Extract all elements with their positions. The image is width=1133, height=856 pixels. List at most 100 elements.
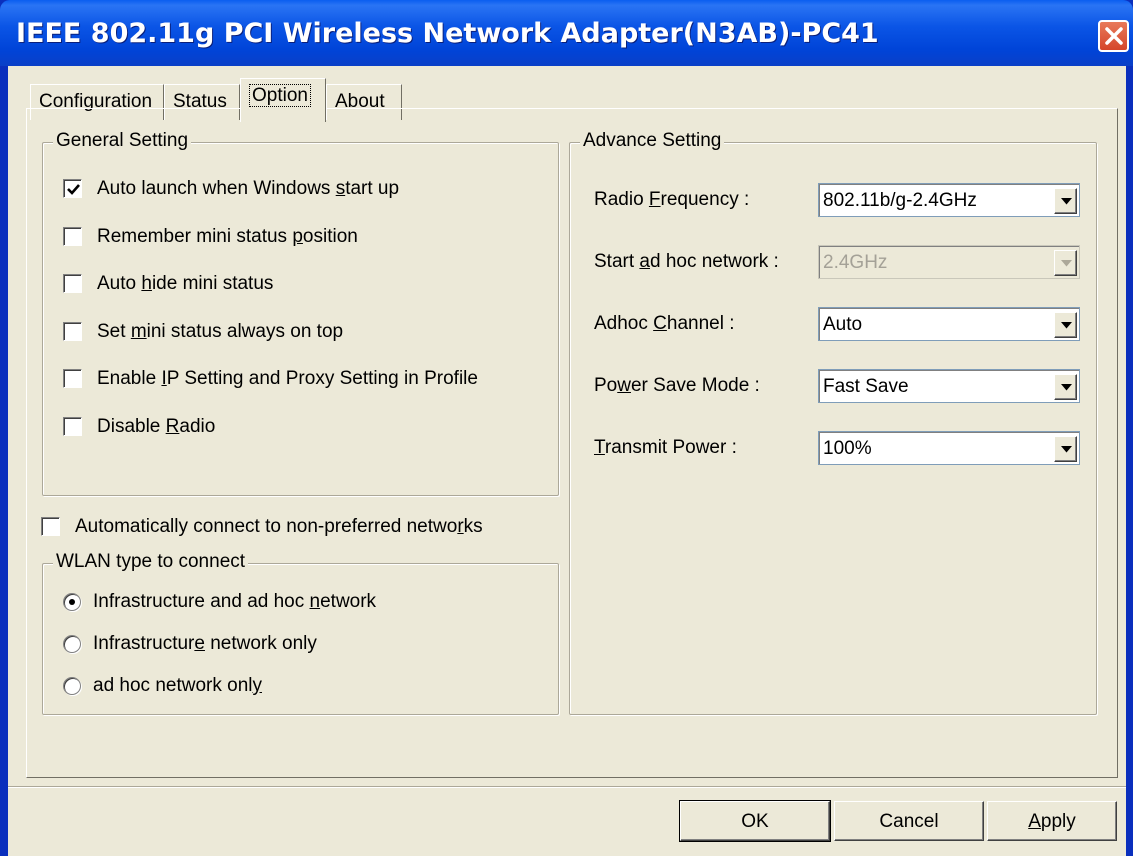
label-text: ad hoc network onl — [93, 675, 253, 696]
auto-connect-checkbox[interactable]: Automatically connect to non-preferred n… — [41, 516, 521, 540]
label-text: osition — [302, 225, 358, 247]
advance-setting-label: Power Save Mode : — [594, 375, 760, 397]
general-setting-checkbox[interactable]: Set mini status always on top — [63, 321, 533, 345]
chevron-down-icon — [1061, 322, 1072, 329]
accelerator-key: a — [639, 251, 650, 272]
label-text: P Setting and Proxy Setting in Profile — [166, 368, 478, 389]
advance-setting-dropdown[interactable]: Fast Save — [818, 369, 1080, 403]
checkbox-box[interactable] — [63, 416, 82, 436]
wlan-type-radio[interactable]: Infrastructure and ad hoc network — [63, 591, 533, 615]
dialog-window: IEEE 802.11g PCI Wireless Network Adapte… — [0, 0, 1133, 856]
accelerator-key: n — [309, 591, 321, 612]
button-area-divider — [8, 786, 1126, 788]
chevron-down-icon — [1061, 260, 1072, 267]
advance-setting-label: Adhoc Channel : — [594, 313, 735, 335]
radio-button[interactable] — [63, 635, 81, 653]
wlan-type-radio[interactable]: ad hoc network only — [63, 675, 533, 699]
chevron-down-icon — [1061, 198, 1072, 205]
accelerator-key: T — [594, 437, 605, 458]
checkbox-box[interactable] — [63, 226, 82, 246]
checkbox-box[interactable] — [63, 274, 82, 293]
label-text: Set — [97, 320, 131, 342]
label-text: Start — [594, 251, 640, 272]
title-bar[interactable]: IEEE 802.11g PCI Wireless Network Adapte… — [0, 0, 1133, 66]
label-text: Radio — [594, 189, 649, 210]
cancel-button[interactable]: Cancel — [834, 801, 984, 841]
accelerator-key: y — [252, 675, 263, 696]
accelerator-key: R — [165, 415, 180, 437]
label-text: adio — [179, 415, 216, 437]
apply-button[interactable]: Apply — [987, 801, 1117, 841]
checkbox-label: Auto hide mini status — [97, 273, 273, 295]
button-label: pply — [1040, 811, 1076, 832]
label-text: ide mini status — [151, 273, 274, 294]
dropdown-arrow-button[interactable] — [1054, 436, 1077, 462]
checkbox-label: Remember mini status position — [97, 226, 358, 248]
group-title: WLAN type to connect — [53, 551, 249, 573]
label-text: Infrastructure and ad hoc — [93, 591, 310, 612]
accelerator-key: m — [130, 320, 147, 342]
label-text: ini status always on top — [146, 320, 344, 342]
checkbox-box[interactable] — [41, 517, 60, 536]
dropdown-value: Fast Save — [823, 376, 909, 397]
radio-label: ad hoc network only — [93, 675, 262, 697]
ok-button[interactable]: OK — [679, 800, 831, 842]
label-text: Enable — [97, 368, 162, 389]
accelerator-key: h — [141, 273, 152, 294]
label-text: Auto — [97, 273, 142, 294]
dropdown-arrow-button — [1054, 250, 1077, 276]
checkbox-box[interactable] — [63, 179, 82, 198]
wlan-type-radio[interactable]: Infrastructure network only — [63, 633, 533, 657]
advance-setting-dropdown[interactable]: Auto — [818, 307, 1080, 341]
dialog-client-area: Configuration Status Option About Genera… — [8, 66, 1126, 856]
accelerator-key: F — [648, 189, 661, 210]
dropdown-arrow-button[interactable] — [1054, 188, 1077, 214]
wlan-type-group: WLAN type to connect Infrastructure and … — [42, 551, 559, 715]
accelerator-key: C — [653, 313, 667, 334]
dropdown-value: 2.4GHz — [823, 252, 888, 273]
advance-setting-dropdown: 2.4GHz — [818, 245, 1080, 279]
label-text: requency : — [660, 189, 750, 210]
general-setting-checkbox[interactable]: Enable IP Setting and Proxy Setting in P… — [63, 368, 533, 392]
accelerator-key: e — [194, 633, 205, 654]
advance-setting-dropdown[interactable]: 100% — [818, 431, 1080, 465]
group-title: General Setting — [53, 130, 192, 152]
label-text: er Save Mode : — [630, 375, 760, 396]
chevron-down-icon — [1061, 446, 1072, 453]
checkbox-box[interactable] — [63, 321, 82, 341]
window-title: IEEE 802.11g PCI Wireless Network Adapte… — [16, 18, 879, 49]
general-setting-checkbox[interactable]: Remember mini status position — [63, 226, 533, 250]
checkbox-label: Set mini status always on top — [97, 321, 343, 343]
check-icon — [67, 184, 80, 195]
dropdown-arrow-button[interactable] — [1054, 312, 1077, 338]
label-text: Adhoc — [594, 313, 654, 334]
dropdown-value: 802.11b/g-2.4GHz — [823, 190, 977, 211]
radio-dot — [69, 599, 75, 605]
accelerator-key: w — [617, 375, 631, 396]
chevron-down-icon — [1061, 384, 1072, 391]
label-text: Disable — [97, 415, 166, 437]
close-icon — [1105, 27, 1123, 45]
advance-setting-label: Radio Frequency : — [594, 189, 749, 211]
group-title: Advance Setting — [580, 130, 725, 152]
general-setting-checkbox[interactable]: Auto hide mini status — [63, 273, 533, 297]
dropdown-arrow-button[interactable] — [1054, 374, 1077, 400]
checkbox-box[interactable] — [63, 369, 82, 388]
tab-option[interactable]: Option — [240, 78, 326, 122]
dropdown-value: 100% — [823, 438, 872, 459]
label-text: tart up — [345, 178, 400, 199]
radio-label: Infrastructure network only — [93, 633, 317, 655]
close-button[interactable] — [1098, 20, 1129, 52]
advance-setting-dropdown[interactable]: 802.11b/g-2.4GHz — [818, 183, 1080, 217]
label-text: Remember mini status — [97, 225, 293, 247]
accelerator-key: s — [335, 178, 346, 199]
checkbox-label: Automatically connect to non-preferred n… — [75, 516, 483, 537]
radio-button[interactable] — [63, 677, 81, 695]
checkbox-label: Auto launch when Windows start up — [97, 178, 399, 200]
label-text: ransmit Power : — [604, 437, 737, 458]
general-setting-checkbox[interactable]: Auto launch when Windows start up — [63, 178, 533, 202]
general-setting-checkbox[interactable]: Disable Radio — [63, 416, 533, 440]
radio-button[interactable] — [63, 593, 81, 611]
option-tab-panel: General Setting Auto launch when Windows… — [26, 108, 1118, 778]
accelerator-key: A — [1028, 811, 1041, 832]
